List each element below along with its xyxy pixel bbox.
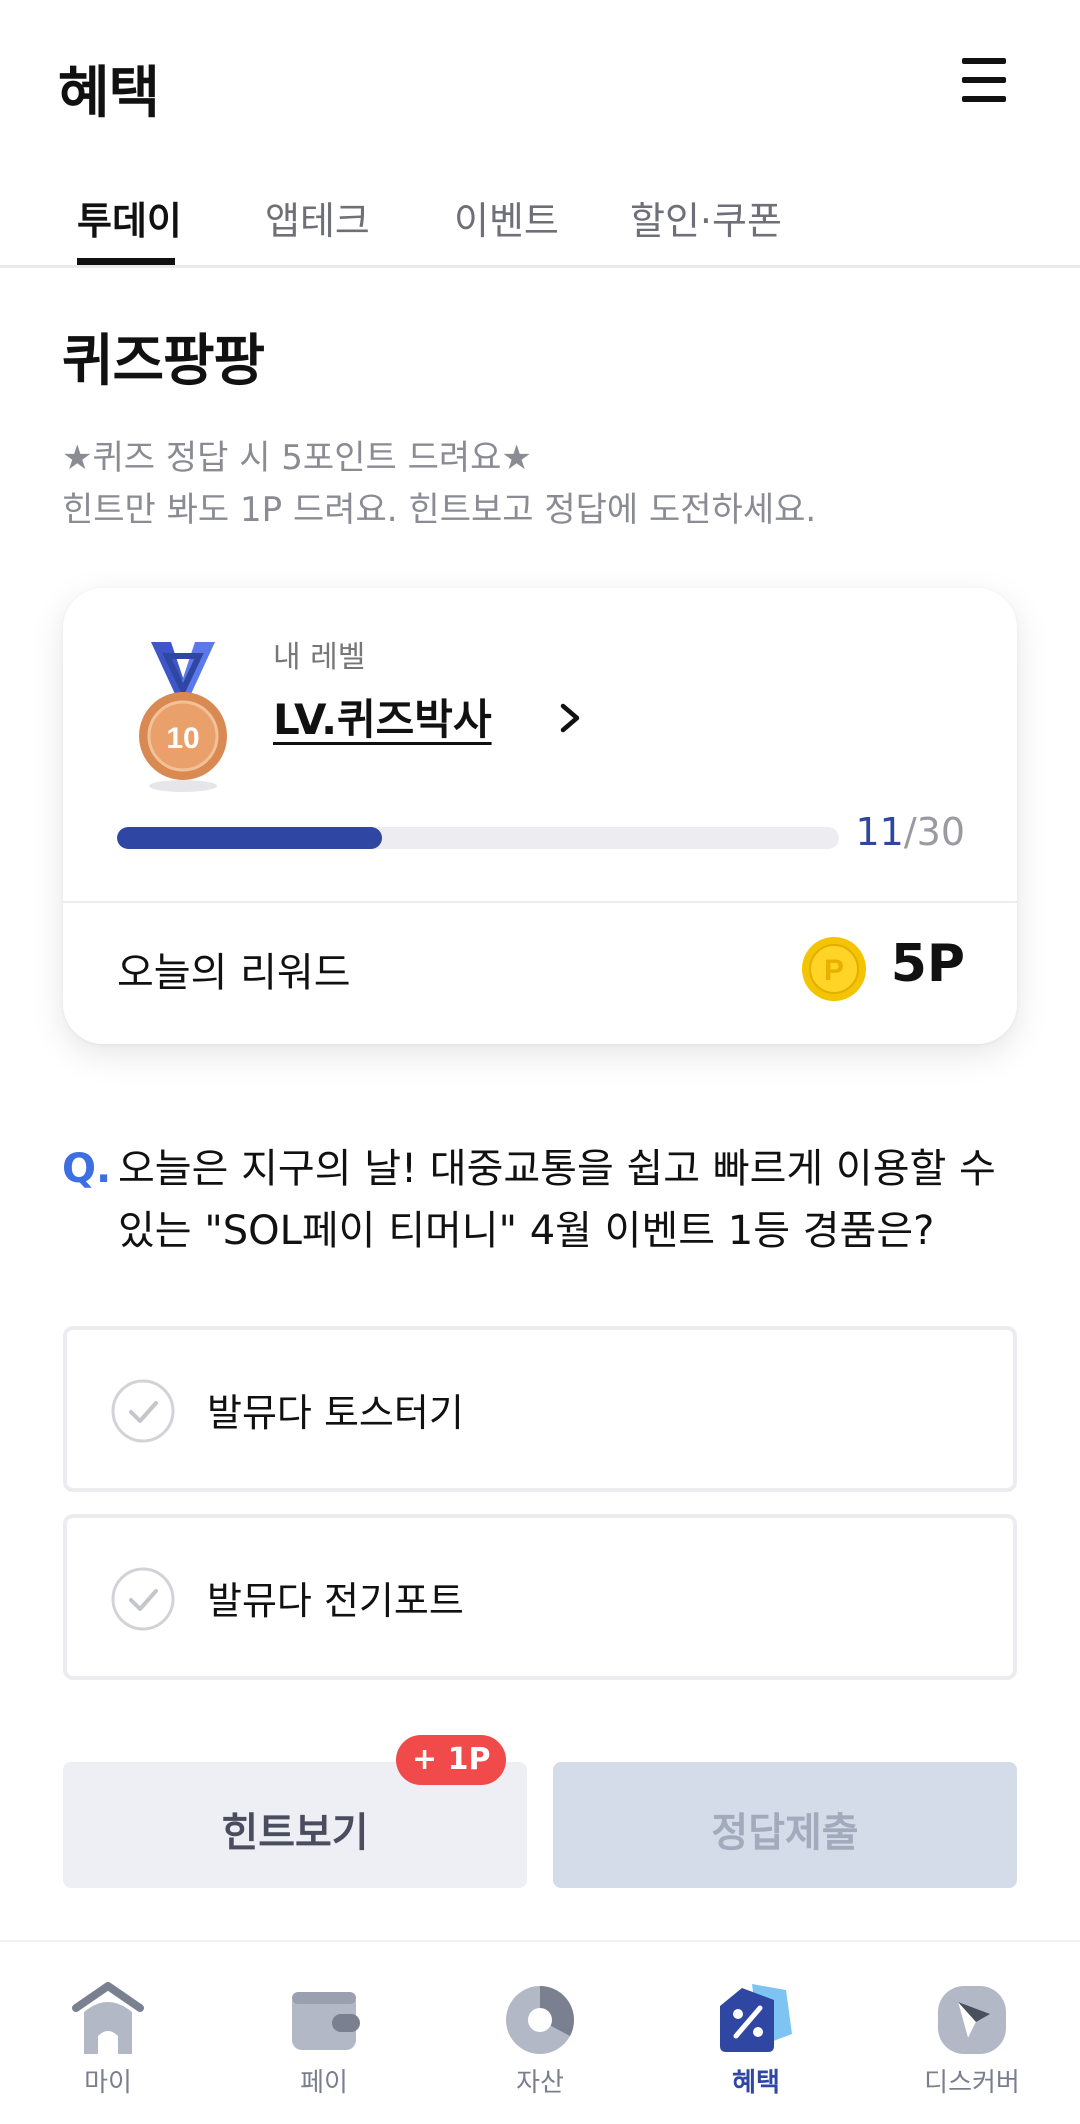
level-progress-text: 11/30 [855, 810, 965, 854]
bottom-nav: 마이 페이 자산 혜택 디스커버 [0, 1940, 1080, 2124]
nav-item-pay[interactable]: 페이 [244, 1978, 404, 2098]
todays-reward-label: 오늘의 리워드 [117, 950, 351, 996]
submit-button-label: 정답제출 [711, 1810, 859, 1856]
question-mark: Q. [62, 1146, 112, 1192]
benefit-tag-icon [720, 1984, 792, 2052]
answer-option-label: 발뮤다 토스터기 [207, 1391, 464, 1435]
nav-item-assets[interactable]: 자산 [460, 1978, 620, 2098]
home-icon [72, 1982, 144, 2054]
level-card: 10 내 레벨 LV.퀴즈박사 11/30 오늘의 리워드 P 5P [63, 588, 1017, 1044]
page-title: 혜택 [58, 61, 160, 126]
compass-icon [938, 1986, 1006, 2054]
tab-bar: 투데이 앱테크 이벤트 할인·쿠폰 [0, 180, 1080, 268]
app-header: 혜택 [0, 0, 1080, 160]
progress-current: 11 [855, 810, 904, 854]
answer-option-label: 발뮤다 전기포트 [207, 1579, 464, 1623]
tab-apptech[interactable]: 앱테크 [265, 190, 370, 245]
medal-level-number: 10 [166, 722, 199, 755]
nav-label: 마이 [84, 2068, 132, 2098]
hint-point-badge: + 1P [396, 1735, 507, 1785]
quiz-title: 퀴즈팡팡 [62, 329, 265, 394]
quiz-description-line2: 힌트만 봐도 1P 드려요. 힌트보고 정답에 도전하세요. [62, 490, 817, 530]
nav-item-discover[interactable]: 디스커버 [892, 1978, 1052, 2098]
progress-total: 30 [916, 810, 965, 854]
nav-label: 디스커버 [924, 2068, 1020, 2098]
nav-label: 페이 [300, 2068, 348, 2098]
bronze-medal-icon: 10 [139, 642, 227, 792]
check-circle-icon [111, 1567, 175, 1631]
active-tab-indicator [77, 258, 175, 265]
wallet-icon [292, 1992, 360, 2050]
hamburger-menu-icon[interactable] [958, 56, 1010, 104]
coin-letter: P [824, 954, 844, 987]
nav-item-benefits[interactable]: 혜택 [676, 1978, 836, 2098]
nav-label: 자산 [516, 2068, 564, 2098]
pie-chart-icon [506, 1986, 574, 2054]
tab-event[interactable]: 이벤트 [454, 190, 559, 245]
chevron-right-icon[interactable] [555, 700, 585, 736]
level-caption: 내 레벨 [273, 640, 366, 675]
question-line2: 있는 "SOL페이 티머니" 4월 이벤트 1등 경품은? [118, 1208, 935, 1254]
progress-separator: / [903, 810, 917, 854]
check-circle-icon [111, 1379, 175, 1443]
nav-label: 혜택 [732, 2068, 780, 2098]
level-name-link[interactable]: LV.퀴즈박사 [273, 686, 492, 747]
question-line1: 오늘은 지구의 날! 대중교통을 쉽고 빠르게 이용할 수 [118, 1146, 996, 1192]
answer-option-2[interactable]: 발뮤다 전기포트 [63, 1514, 1017, 1680]
tab-discount-coupon[interactable]: 할인·쿠폰 [630, 190, 782, 245]
submit-answer-button[interactable]: 정답제출 [553, 1762, 1017, 1888]
level-progress-bar [117, 827, 839, 849]
nav-item-my[interactable]: 마이 [28, 1978, 188, 2098]
level-progress-fill [117, 827, 382, 849]
quiz-description-line1: ★퀴즈 정답 시 5포인트 드려요★ [62, 438, 532, 478]
tab-today[interactable]: 투데이 [77, 190, 182, 245]
hint-button-label: 힌트보기 [221, 1810, 369, 1856]
point-coin-icon: P [802, 937, 866, 1001]
todays-reward-value: 5P [890, 934, 965, 994]
answer-option-1[interactable]: 발뮤다 토스터기 [63, 1326, 1017, 1492]
card-divider [63, 901, 1017, 903]
